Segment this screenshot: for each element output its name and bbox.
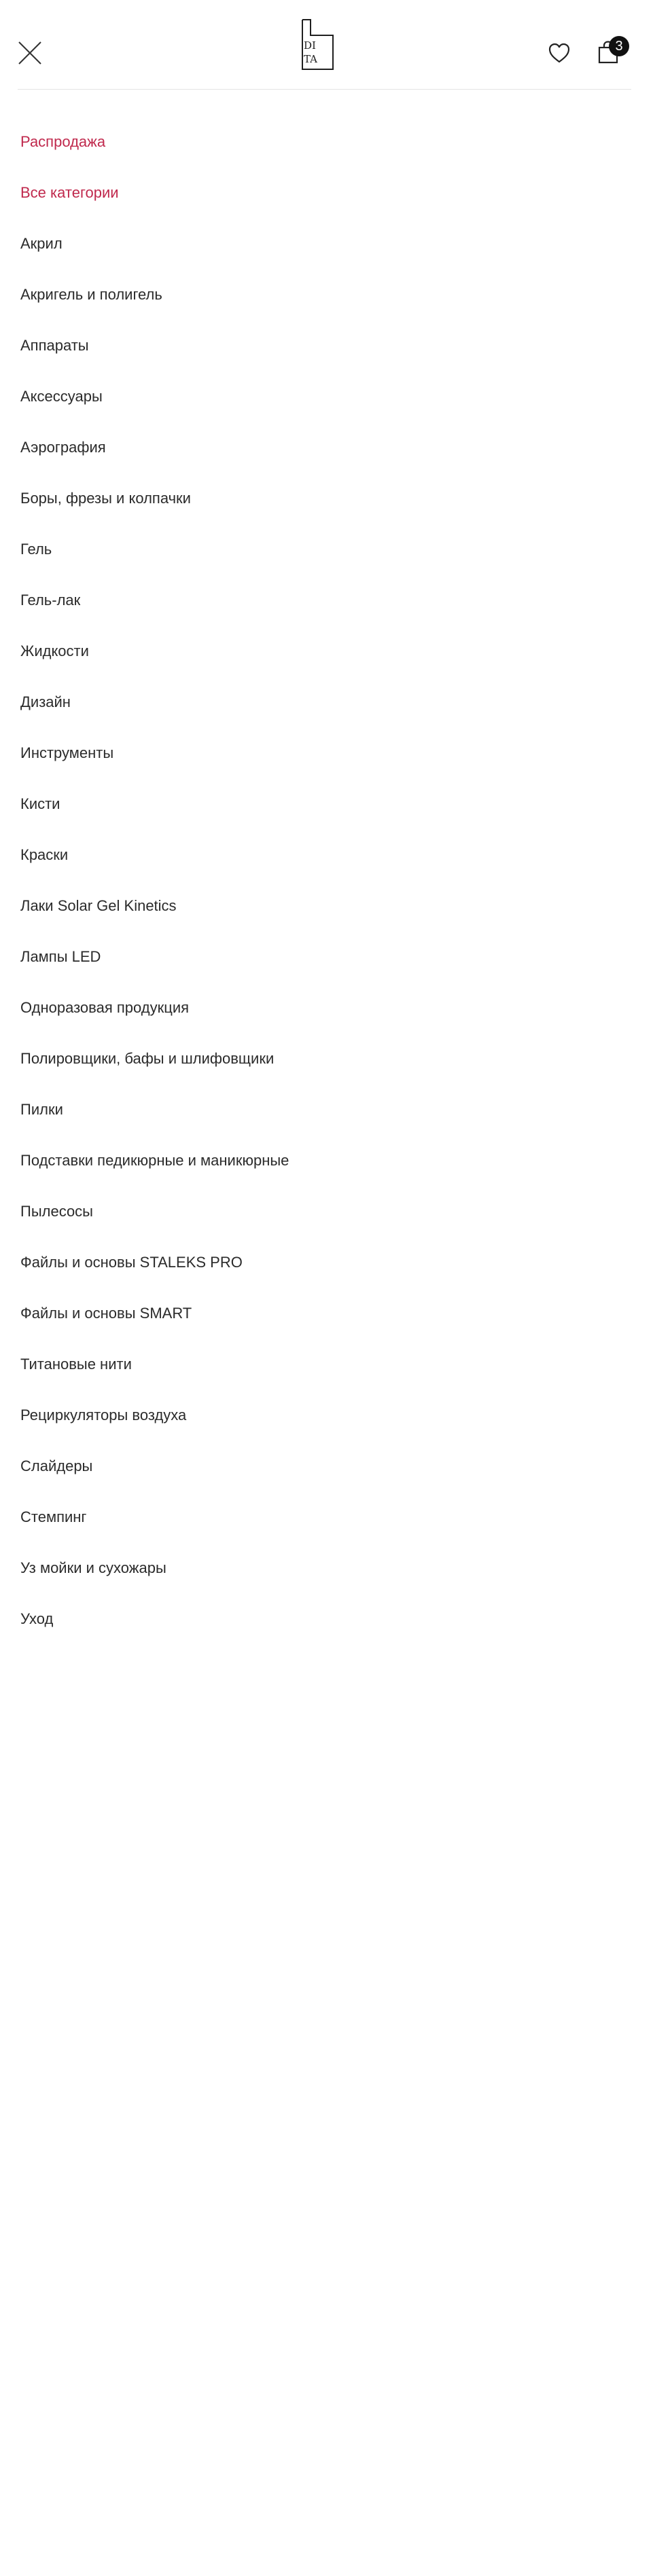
menu-item[interactable]: Файлы и основы STALEKS PRO bbox=[20, 1248, 618, 1299]
menu-item[interactable]: Распродажа bbox=[20, 127, 618, 178]
logo-text-top: DI bbox=[304, 39, 316, 52]
close-icon bbox=[18, 41, 41, 65]
menu-item[interactable]: Боры, фрезы и колпачки bbox=[20, 484, 618, 534]
cart-count-badge: 3 bbox=[609, 36, 629, 56]
menu-item[interactable]: Пылесосы bbox=[20, 1197, 618, 1248]
menu-item[interactable]: Дизайн bbox=[20, 687, 618, 738]
menu-item[interactable]: Одноразовая продукция bbox=[20, 993, 618, 1044]
mobile-menu-header: DI TA 3 bbox=[0, 0, 653, 90]
category-menu: Распродажа Все категории Акрил Акригель и п… bbox=[20, 127, 618, 1655]
favorites-button[interactable] bbox=[548, 42, 571, 64]
menu-item[interactable]: Аппараты bbox=[20, 331, 618, 382]
menu-item[interactable]: Лампы LED bbox=[20, 942, 618, 993]
menu-item[interactable]: Краски bbox=[20, 840, 618, 891]
menu-item[interactable]: Гель bbox=[20, 534, 618, 585]
menu-item[interactable]: Уход bbox=[20, 1604, 618, 1655]
menu-item[interactable]: Титановые нити bbox=[20, 1349, 618, 1400]
menu-item[interactable]: Пилки bbox=[20, 1095, 618, 1146]
dita-logo[interactable]: DI TA bbox=[302, 19, 334, 71]
header-divider bbox=[18, 89, 631, 90]
menu-item[interactable]: Полировщики, бафы и шлифовщики bbox=[20, 1044, 618, 1095]
menu-item[interactable]: Рециркуляторы воздуха bbox=[20, 1400, 618, 1451]
close-menu-button[interactable] bbox=[16, 39, 43, 67]
menu-item[interactable]: Кисти bbox=[20, 789, 618, 840]
menu-item[interactable]: Слайдеры bbox=[20, 1451, 618, 1502]
menu-item[interactable]: Жидкости bbox=[20, 636, 618, 687]
menu-item[interactable]: Подставки педикюрные и маникюрные bbox=[20, 1146, 618, 1197]
menu-item[interactable]: Акригель и полигель bbox=[20, 280, 618, 331]
menu-item[interactable]: Аэрография bbox=[20, 433, 618, 484]
menu-item[interactable]: Аксессуары bbox=[20, 382, 618, 433]
menu-item[interactable]: Уз мойки и сухожары bbox=[20, 1553, 618, 1604]
menu-item[interactable]: Все категории bbox=[20, 178, 618, 229]
menu-item[interactable]: Стемпинг bbox=[20, 1502, 618, 1553]
menu-item[interactable]: Гель-лак bbox=[20, 585, 618, 636]
menu-item[interactable]: Лаки Solar Gel Kinetics bbox=[20, 891, 618, 942]
logo-text-bottom: TA bbox=[304, 53, 318, 65]
menu-item[interactable]: Инструменты bbox=[20, 738, 618, 789]
menu-item[interactable]: Акрил bbox=[20, 229, 618, 280]
heart-icon bbox=[548, 43, 570, 63]
menu-item[interactable]: Файлы и основы SMART bbox=[20, 1299, 618, 1349]
